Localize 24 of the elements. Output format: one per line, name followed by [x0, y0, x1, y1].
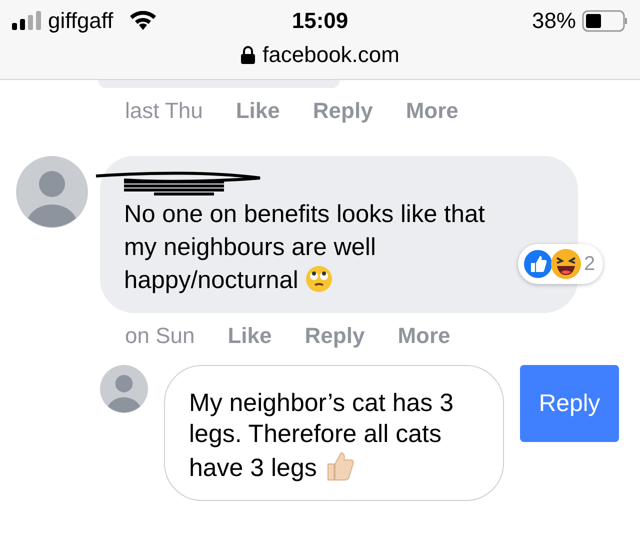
comment-time: last Thu: [125, 98, 203, 124]
signal-icon: [12, 11, 42, 31]
laughing-reaction-icon: [550, 248, 582, 280]
like-reaction-icon: [522, 248, 554, 280]
carrier-name: giffgaff: [48, 8, 114, 34]
avatar-icon[interactable]: [16, 156, 88, 228]
reaction-count: 2: [584, 252, 596, 276]
comment-action-link[interactable]: Like: [228, 323, 272, 349]
wifi-icon: [129, 11, 158, 31]
comment-action-link[interactable]: Reply: [312, 98, 373, 124]
comment-time: on Sun: [125, 323, 195, 349]
url-text[interactable]: facebook.com: [262, 42, 400, 68]
comment-action-link[interactable]: Reply: [304, 323, 365, 349]
reply-input-field[interactable]: My neighbor’s cat has 3 legs. Therefore all cats have 3 legs: [164, 365, 504, 501]
comment-action-link[interactable]: More: [398, 323, 450, 349]
battery-icon: [582, 10, 628, 32]
comment-text: No one on benefits looks like that my neighbours are well happy/nocturnal: [124, 200, 486, 296]
comment-action-link[interactable]: More: [406, 98, 458, 124]
face-emoji-icon: [305, 265, 334, 293]
battery-percent: 38%: [532, 8, 576, 34]
comment-action-link[interactable]: Like: [236, 98, 280, 124]
avatar-icon[interactable]: [100, 365, 148, 413]
reply-button[interactable]: Reply: [520, 365, 619, 442]
clock-time: 15:09: [292, 8, 348, 34]
